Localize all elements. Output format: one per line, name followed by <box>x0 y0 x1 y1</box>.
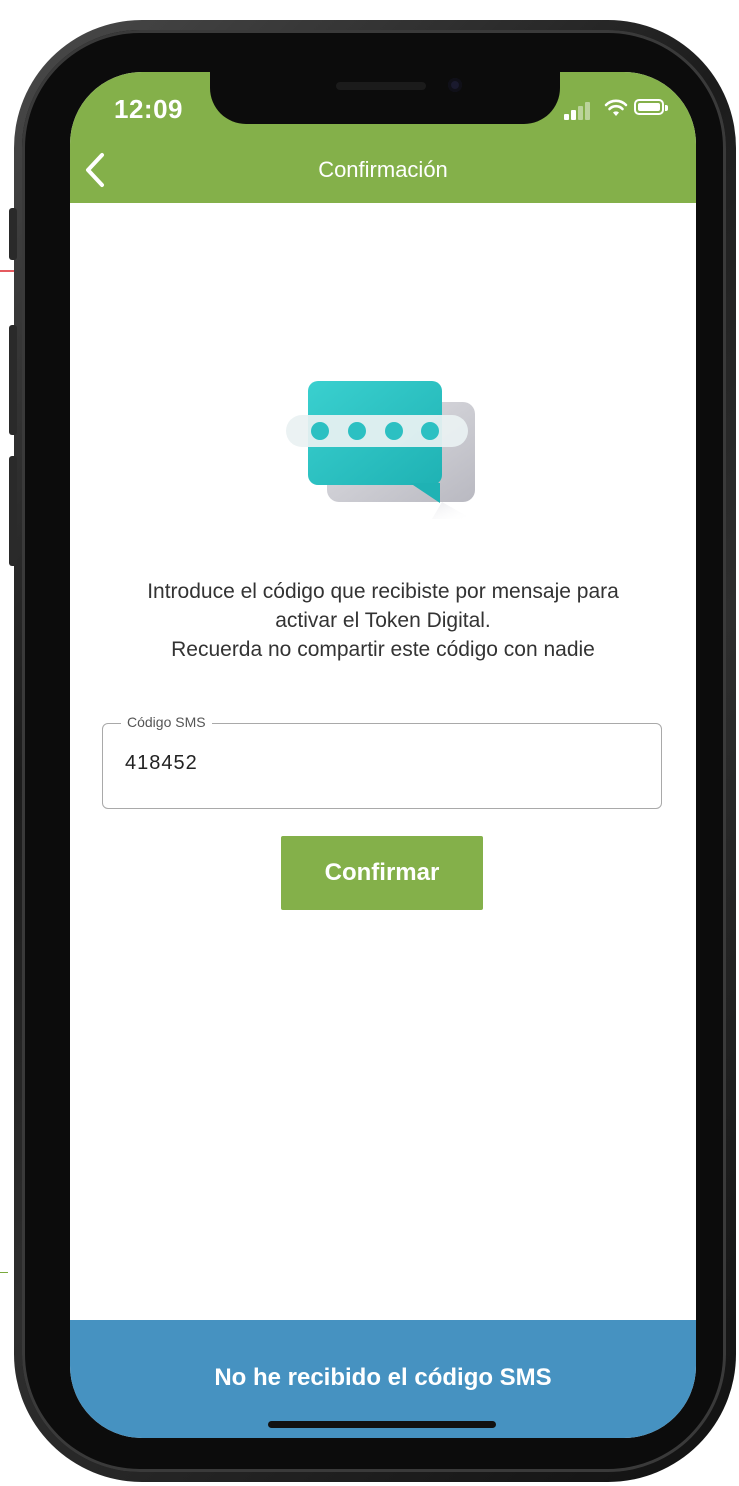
annotation-line-green <box>0 1272 8 1273</box>
instruction-line: activar el Token Digital. <box>275 609 491 632</box>
wifi-icon <box>604 99 628 116</box>
sms-code-field[interactable]: Código SMS <box>102 714 662 809</box>
no-sms-received-button[interactable]: No he recibido el código SMS <box>70 1320 696 1438</box>
status-icons <box>564 98 674 120</box>
instruction-text: Introduce el código que recibiste por me… <box>90 577 676 664</box>
signal-bars-icon <box>564 100 594 120</box>
sms-code-chat-bubble-icon <box>286 381 475 519</box>
front-camera <box>448 78 462 92</box>
battery-icon <box>634 99 668 115</box>
phone-mute-switch <box>9 208 17 260</box>
instruction-line: Introduce el código que recibiste por me… <box>147 580 619 603</box>
confirm-button[interactable]: Confirmar <box>281 836 483 910</box>
notch-speaker <box>336 82 426 90</box>
phone-volume-down-button <box>9 456 17 566</box>
page-title: Confirmación <box>318 157 448 182</box>
phone-screen: 12:09 Confirmación Introduce el código q… <box>70 72 696 1438</box>
status-time: 12:09 <box>114 94 183 124</box>
sms-code-label: Código SMS <box>121 714 212 730</box>
sms-code-input[interactable] <box>125 752 625 775</box>
phone-volume-up-button <box>9 325 17 435</box>
app-header: 12:09 Confirmación <box>70 72 696 203</box>
no-sms-received-label: No he recibido el código SMS <box>214 1364 552 1391</box>
phone-notch <box>210 72 560 124</box>
instruction-line: Recuerda no compartir este código con na… <box>171 638 595 661</box>
home-indicator <box>268 1421 496 1428</box>
